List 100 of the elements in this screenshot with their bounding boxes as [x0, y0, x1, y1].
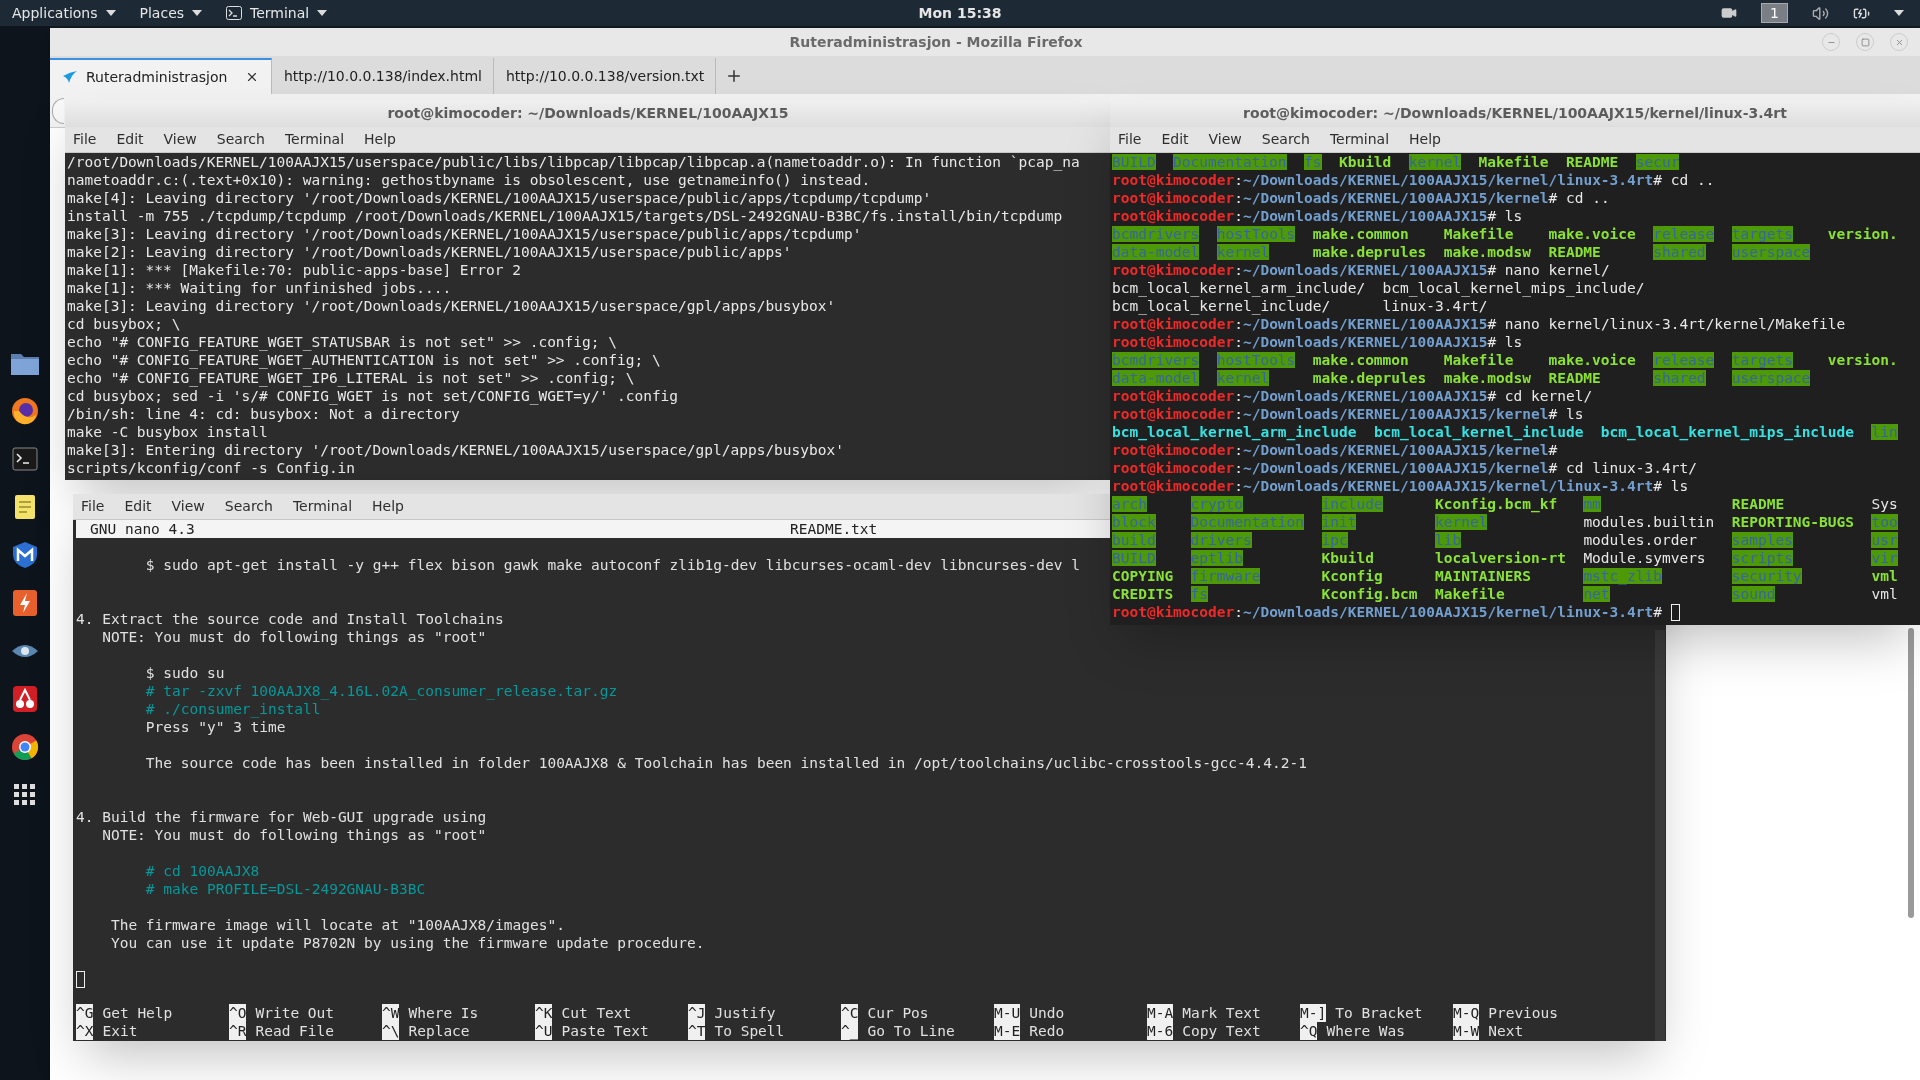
file-name: vir: [1871, 550, 1898, 566]
menu-item[interactable]: Edit: [116, 129, 144, 150]
text-line: The firmware image will locate at "100AAJX8/images".: [109, 916, 565, 934]
shortcut-label: Cut Text: [561, 1004, 632, 1022]
menu-item[interactable]: Search: [224, 496, 273, 517]
scrollbar[interactable]: [1655, 630, 1665, 1041]
shortcut-label: Redo: [1029, 1022, 1065, 1040]
file-name: secur: [1635, 154, 1680, 170]
terminal-output-line: echo "# CONFIG_FEATURE_WGET_IP6_LITERAL is not set" >> .config; \: [67, 369, 636, 387]
file-name: mstc_zlib: [1583, 568, 1662, 584]
terminal-output-line: make[3]: Leaving directory '/root/Downloads/KERNEL/100AAJX15/userspace/gpl/apps/busybox': [67, 297, 837, 315]
prompt-line: root@kimocoder:~/Downloads/KERNEL/100AAJX15/kernel/linux-3.4rt#: [1112, 603, 1663, 621]
terminal-output-line: make[1]: *** Waiting for unfinished jobs....: [67, 279, 453, 297]
comment-line: # ./consumer_install: [144, 700, 321, 718]
file-name: make.modsw: [1443, 244, 1531, 260]
file-name: lin: [1871, 424, 1898, 440]
shortcut-label: Replace: [408, 1022, 470, 1040]
file-name: too: [1871, 514, 1898, 530]
menu-item[interactable]: File: [1118, 129, 1142, 150]
cursor-icon: [76, 970, 85, 988]
camera-icon[interactable]: [1721, 5, 1738, 21]
chrome-icon[interactable]: [10, 732, 40, 762]
terminal-output-line: /bin/sh: line 4: cd: busybox: Not a directory: [67, 405, 461, 423]
top-menu[interactable]: Places: [139, 2, 185, 24]
cherries-icon[interactable]: [10, 684, 40, 714]
file-name: make.voice: [1548, 352, 1636, 368]
menu-item[interactable]: File: [81, 496, 105, 517]
file-name: README: [1565, 154, 1619, 170]
terminal-icon[interactable]: [10, 444, 40, 474]
file-name: README: [1731, 496, 1785, 512]
maximize-icon: [1860, 37, 1870, 47]
shield-icon[interactable]: [10, 540, 40, 570]
menu-item[interactable]: Terminal: [292, 496, 353, 517]
speaker-icon[interactable]: [1812, 4, 1829, 22]
shortcut-label: Write Out: [255, 1004, 335, 1022]
file-name: eptlib: [1190, 550, 1243, 566]
terminal-output-line: scripts/kconfig/conf -s Config.in: [67, 459, 357, 477]
file-name: bcm_local_kernel_arm_include/: [1112, 280, 1366, 296]
file-name: init: [1321, 514, 1357, 530]
file-name: bcm_local_kernel_include/: [1112, 298, 1331, 314]
file-name: arch: [1112, 496, 1147, 512]
file-name: make.common: [1312, 226, 1409, 242]
shortcut-label: Go To Line: [867, 1022, 955, 1040]
file-name: vml: [1871, 568, 1898, 584]
file-name: include: [1321, 496, 1383, 512]
menu-item[interactable]: View: [171, 496, 205, 517]
menu-item[interactable]: Help: [364, 129, 396, 150]
terminal-output-line: make[3]: Leaving directory '/root/Downloads/KERNEL/100AAJX15/userspace/public/apps/tcpdump': [67, 225, 863, 243]
file-name: bcm_local_kernel_arm_include: [1112, 424, 1357, 440]
terminal-output-line: make[1]: *** [Makefile:70: public-apps-base] Error 2: [67, 261, 522, 279]
shortcut-key: M-U: [994, 1004, 1021, 1022]
shortcut-label: Undo: [1029, 1004, 1065, 1022]
file-name: fs: [1304, 154, 1322, 170]
new-tab-icon[interactable]: [725, 67, 743, 85]
terminal-output-line: echo "# CONFIG_FEATURE_WGET_AUTHENTICATION is not set" >> .config; \: [67, 351, 662, 369]
bolt-icon[interactable]: [10, 588, 40, 618]
globe-icon[interactable]: [10, 396, 40, 426]
shortcut-label: Paste Text: [561, 1022, 649, 1040]
scrollbar[interactable]: [1908, 628, 1914, 918]
file-name: drivers: [1190, 532, 1252, 548]
file-name: vml: [1871, 586, 1898, 602]
text-line: 4. Extract the source code and Install Toolchains: [76, 610, 504, 628]
file-name: userspace: [1731, 244, 1811, 260]
file-name: linux-3.4rt/: [1382, 298, 1488, 314]
prompt-line: root@kimocoder:~/Downloads/KERNEL/100AAJX15/kernel/linux-3.4rt# ls: [1112, 477, 1689, 495]
file-name: CREDITS: [1112, 586, 1174, 602]
file-name: hostTools: [1216, 352, 1296, 368]
caret-icon: [1894, 10, 1904, 16]
shortcut-key: ^Q: [1300, 1022, 1318, 1040]
menu-item[interactable]: Edit: [1161, 129, 1189, 150]
top-menu[interactable]: Applications: [12, 2, 98, 24]
menu-item[interactable]: Terminal: [1329, 129, 1390, 150]
workspace-indicator[interactable]: 1: [1761, 3, 1788, 23]
menu-item[interactable]: Help: [372, 496, 404, 517]
shortcut-label: Mark Text: [1182, 1004, 1261, 1022]
menu-item[interactable]: Edit: [124, 496, 152, 517]
menu-item[interactable]: View: [163, 129, 197, 150]
close-icon[interactable]: [245, 70, 259, 84]
clock[interactable]: Mon 15:38: [918, 2, 1002, 24]
menu-item[interactable]: Help: [1409, 129, 1441, 150]
menu-item[interactable]: View: [1208, 129, 1242, 150]
shortcut-key: M-E: [994, 1022, 1021, 1040]
text-line: The source code has been installed in folder 100AAJX8 & Toolchain has been installed in /opt/toolchains/uclibc-crosstools-gcc-4.4.2-1: [144, 754, 1307, 772]
menu-item[interactable]: File: [73, 129, 97, 150]
menu-item[interactable]: Search: [1261, 129, 1310, 150]
top-menu[interactable]: Terminal: [250, 2, 310, 24]
file-name: release: [1653, 226, 1715, 242]
window-title: root@kimocoder: ~/Downloads/KERNEL/100AAJX15/kernel/linux-3.4rt: [1243, 104, 1787, 123]
file-name: targets: [1731, 226, 1793, 242]
file-name: Makefile: [1435, 586, 1505, 602]
file-name: BUILD: [1112, 154, 1156, 170]
menu-item[interactable]: Terminal: [284, 129, 345, 150]
file-name: modules.order: [1583, 532, 1697, 548]
shortcut-key: M-W: [1453, 1022, 1480, 1040]
browser-tab[interactable]: Ruteradministrasjon: [50, 58, 272, 94]
prompt-line: root@kimocoder:~/Downloads/KERNEL/100AAJX15/kernel/linux-3.4rt# cd ..: [1112, 171, 1715, 189]
menu-item[interactable]: Search: [216, 129, 265, 150]
file-name: kernel: [1216, 370, 1270, 386]
caret-icon: [192, 10, 203, 16]
file-name: scripts: [1731, 550, 1793, 566]
